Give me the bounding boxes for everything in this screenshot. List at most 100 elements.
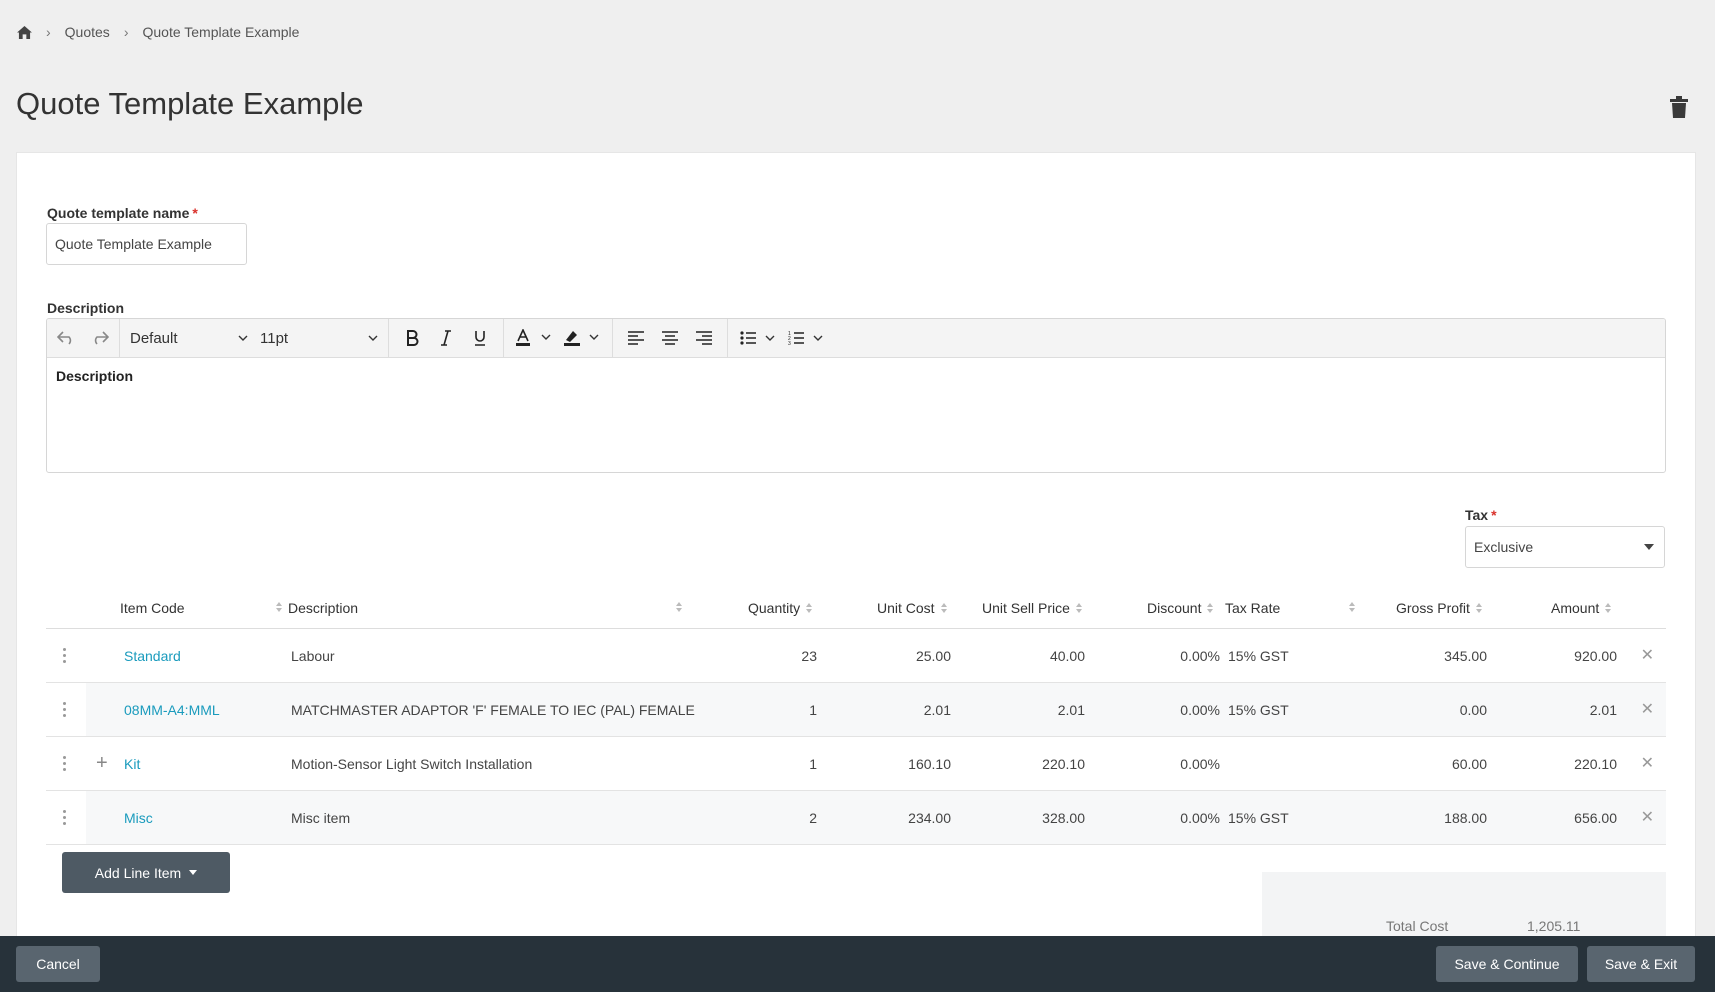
sort-icon[interactable] [276, 602, 282, 612]
underline-icon[interactable] [463, 323, 497, 353]
save-continue-button[interactable]: Save & Continue [1436, 946, 1578, 982]
sort-icon [1207, 602, 1214, 613]
align-center-icon[interactable] [653, 323, 687, 353]
svg-text:3: 3 [788, 341, 791, 346]
font-family-value: Default [130, 329, 178, 347]
drag-handle-icon[interactable] [63, 810, 66, 825]
row-tax-rate[interactable]: 15% GST [1228, 683, 1289, 737]
caret-down-icon [189, 870, 198, 875]
row-tax-rate[interactable]: 15% GST [1228, 791, 1289, 845]
row-discount[interactable]: 0.00% [1136, 683, 1220, 737]
remove-row-icon[interactable]: ✕ [1641, 807, 1654, 827]
header-tax-rate[interactable]: Tax Rate [1225, 586, 1280, 629]
sort-icon [940, 602, 947, 613]
text-color-icon[interactable] [510, 323, 558, 353]
sort-icon [1075, 602, 1082, 613]
row-amount: 920.00 [1574, 648, 1617, 664]
highlight-color-icon[interactable] [558, 323, 606, 353]
sort-icon[interactable] [676, 602, 682, 612]
item-code-link[interactable]: Standard [124, 629, 181, 683]
footer-bar: Cancel Save & Continue Save & Exit [0, 936, 1715, 992]
expand-icon[interactable]: + [96, 752, 108, 775]
row-quantity[interactable]: 23 [746, 629, 817, 683]
drag-handle-icon[interactable] [63, 702, 66, 717]
font-size-value: 11pt [260, 329, 289, 347]
quote-template-name-input[interactable]: Quote Template Example [46, 223, 247, 265]
header-description[interactable]: Description [288, 586, 358, 629]
row-quantity[interactable]: 1 [746, 737, 817, 791]
font-group: Default 11pt [120, 319, 389, 357]
header-discount[interactable]: Discount [1147, 586, 1214, 629]
editor-content[interactable]: Description [47, 358, 1665, 394]
row-description[interactable]: Misc item [291, 791, 350, 845]
row-unit-cost[interactable]: 2.01 [866, 683, 951, 737]
row-discount[interactable]: 0.00% [1136, 629, 1220, 683]
drag-handle-icon[interactable] [63, 756, 66, 771]
line-items-table: Item Code Description Quantity Unit Cost… [46, 586, 1666, 845]
sort-icon [1475, 602, 1482, 613]
row-unit-sell-price[interactable]: 40.00 [996, 629, 1085, 683]
trash-icon[interactable] [1669, 96, 1689, 118]
row-unit-sell-price[interactable]: 2.01 [996, 683, 1085, 737]
undo-icon[interactable] [49, 323, 83, 353]
italic-icon[interactable] [429, 323, 463, 353]
bold-icon[interactable] [395, 323, 429, 353]
table-row: 08MM-A4:MML MATCHMASTER ADAPTOR 'F' FEMA… [46, 683, 1666, 737]
row-quantity[interactable]: 2 [746, 791, 817, 845]
row-gross-profit: 188.00 [1444, 810, 1487, 826]
bullet-list-icon[interactable] [734, 323, 782, 353]
row-unit-cost[interactable]: 25.00 [866, 629, 951, 683]
remove-row-icon[interactable]: ✕ [1641, 645, 1654, 665]
row-quantity[interactable]: 1 [746, 683, 817, 737]
row-unit-cost[interactable]: 160.10 [866, 737, 951, 791]
row-description[interactable]: Motion-Sensor Light Switch Installation [291, 737, 532, 791]
font-family-select[interactable]: Default [124, 323, 254, 353]
align-group [613, 319, 728, 357]
row-gross-profit: 345.00 [1444, 648, 1487, 664]
align-right-icon[interactable] [687, 323, 721, 353]
sort-icon [1605, 602, 1612, 613]
row-description[interactable]: MATCHMASTER ADAPTOR 'F' FEMALE TO IEC (P… [291, 683, 695, 737]
drag-handle-icon[interactable] [63, 648, 66, 663]
row-discount[interactable]: 0.00% [1136, 737, 1220, 791]
tax-select-value: Exclusive [1474, 539, 1534, 555]
description-label: Description [47, 300, 125, 316]
required-mark: * [192, 205, 198, 221]
numbered-list-icon[interactable]: 123 [782, 323, 830, 353]
breadcrumb-link-quotes[interactable]: Quotes [65, 24, 110, 40]
cancel-button[interactable]: Cancel [16, 946, 100, 982]
remove-row-icon[interactable]: ✕ [1641, 699, 1654, 719]
add-line-item-button[interactable]: Add Line Item [62, 852, 230, 893]
quote-template-name-label: Quote template name * [47, 205, 198, 221]
row-discount[interactable]: 0.00% [1136, 791, 1220, 845]
row-unit-cost[interactable]: 234.00 [866, 791, 951, 845]
format-group [389, 319, 504, 357]
header-unit-sell-price[interactable]: Unit Sell Price [982, 586, 1082, 629]
item-code-link[interactable]: 08MM-A4:MML [124, 683, 220, 737]
breadcrumb: › Quotes › Quote Template Example [16, 22, 299, 42]
row-description[interactable]: Labour [291, 629, 335, 683]
row-unit-sell-price[interactable]: 220.10 [996, 737, 1085, 791]
row-unit-sell-price[interactable]: 328.00 [996, 791, 1085, 845]
item-code-link[interactable]: Kit [124, 737, 140, 791]
redo-icon[interactable] [83, 323, 117, 353]
remove-row-icon[interactable]: ✕ [1641, 753, 1654, 773]
caret-down-icon [1644, 544, 1654, 550]
align-left-icon[interactable] [619, 323, 653, 353]
item-code-link[interactable]: Misc [124, 791, 153, 845]
chevron-right-icon: › [46, 24, 51, 40]
header-gross-profit[interactable]: Gross Profit [1396, 586, 1482, 629]
header-unit-cost[interactable]: Unit Cost [877, 586, 947, 629]
sort-icon[interactable] [1349, 602, 1355, 612]
font-size-select[interactable]: 11pt [254, 323, 384, 353]
list-group: 123 [728, 319, 836, 357]
header-amount[interactable]: Amount [1551, 586, 1612, 629]
add-line-item-label: Add Line Item [94, 864, 182, 881]
row-tax-rate[interactable]: 15% GST [1228, 629, 1289, 683]
tax-select[interactable]: Exclusive [1465, 526, 1665, 568]
home-icon[interactable] [16, 24, 32, 40]
total-cost-value: 1,205.11 [1527, 918, 1581, 934]
save-exit-button[interactable]: Save & Exit [1587, 946, 1695, 982]
header-item-code[interactable]: Item Code [120, 586, 185, 629]
header-quantity[interactable]: Quantity [748, 586, 813, 629]
